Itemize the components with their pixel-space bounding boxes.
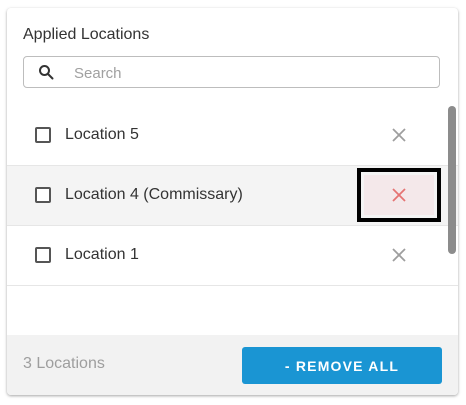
close-icon: [392, 248, 406, 262]
close-icon: [392, 128, 406, 142]
location-label: Location 5: [65, 126, 139, 143]
panel-footer: 3 Locations - REMOVE ALL: [7, 335, 458, 395]
list-scrollbar[interactable]: [448, 106, 456, 254]
location-count: 3 Locations: [23, 355, 105, 372]
close-icon: [392, 188, 406, 202]
remove-all-button[interactable]: - REMOVE ALL: [242, 347, 442, 384]
location-checkbox[interactable]: [35, 247, 51, 263]
panel-title: Applied Locations: [23, 26, 150, 43]
remove-location-button[interactable]: [357, 168, 441, 222]
applied-locations-panel: Applied Locations Location 5: [7, 8, 458, 395]
list-item: Location 1: [7, 226, 458, 286]
remove-location-button[interactable]: [357, 228, 441, 282]
location-label: Location 4 (Commissary): [65, 186, 243, 203]
remove-location-button[interactable]: [357, 108, 441, 162]
list-item: Location 4 (Commissary): [7, 166, 458, 226]
search-input[interactable]: [72, 57, 436, 89]
location-label: Location 1: [65, 246, 139, 263]
list-item: Location 5: [7, 106, 458, 166]
search-box[interactable]: [23, 56, 440, 89]
search-icon: [38, 64, 54, 80]
location-list: Location 5 Location 4 (Commissary) Locat…: [7, 106, 458, 286]
location-checkbox[interactable]: [35, 187, 51, 203]
location-checkbox[interactable]: [35, 127, 51, 143]
